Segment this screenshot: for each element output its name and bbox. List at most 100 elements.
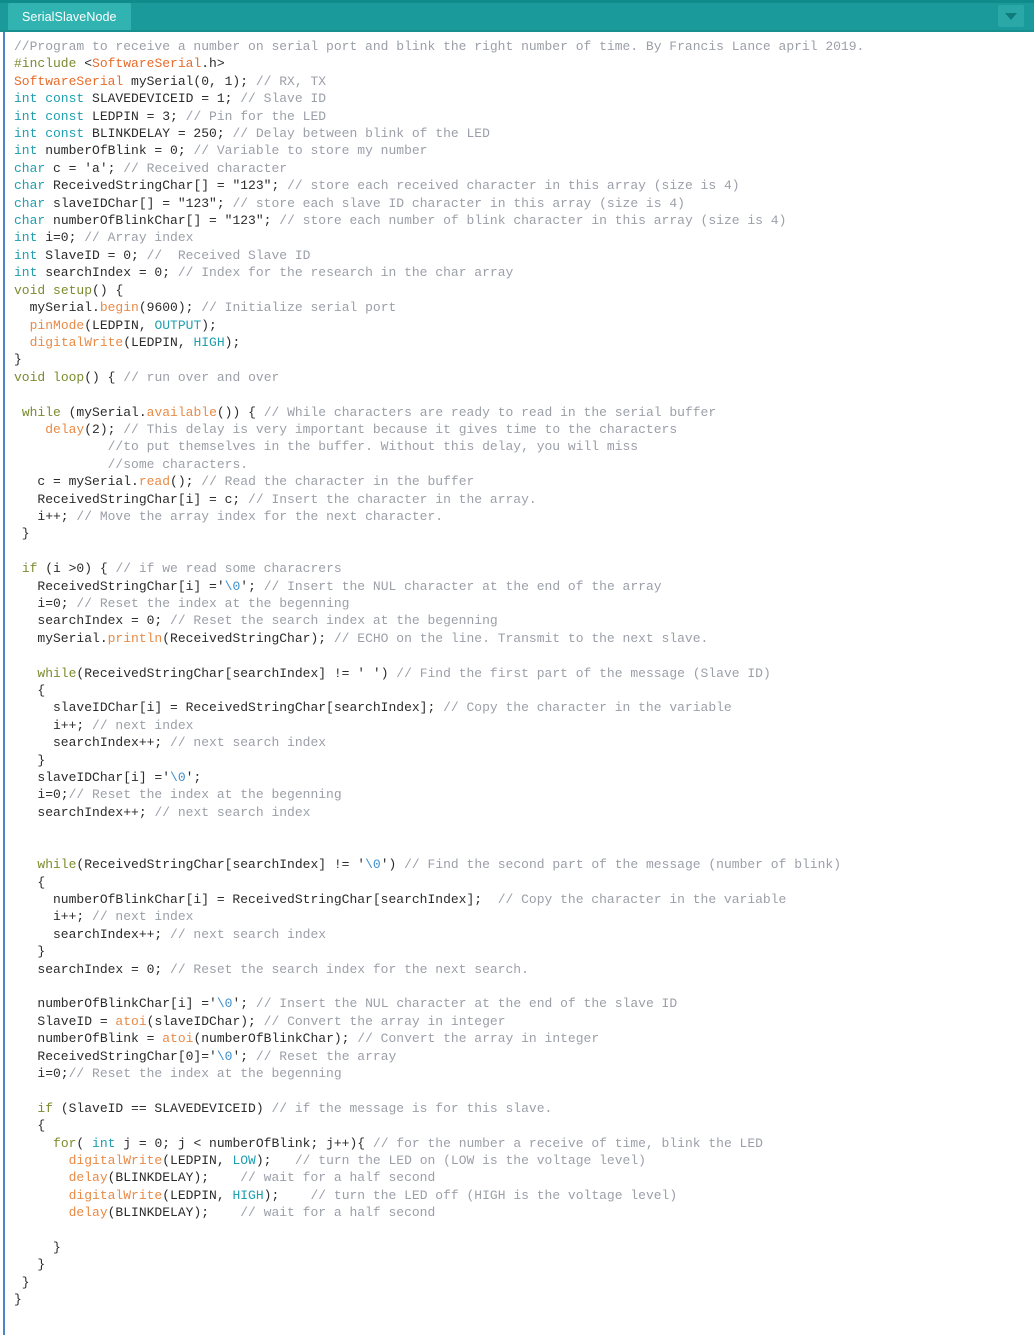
- code-token-esc: \0: [216, 996, 233, 1012]
- code-token-lit: HIGH: [193, 334, 225, 350]
- code-token-pl: }: [14, 1257, 46, 1273]
- code-token-kw: #include: [14, 56, 77, 72]
- code-token-pl: () {: [92, 282, 124, 298]
- code-token-pl: numberOfBlinkChar[i] =: [14, 996, 210, 1012]
- code-token-lit: OUTPUT: [154, 317, 202, 333]
- code-line: searchIndex++; // next search index: [14, 804, 1034, 821]
- code-line: int const BLINKDELAY = 250; // Delay bet…: [14, 125, 1034, 142]
- code-token-cm: // Convert the array in integer: [263, 1013, 506, 1029]
- code-token-cm: // Delay between blink of the LED: [232, 126, 490, 142]
- code-token-str: ': [240, 578, 249, 594]
- code-token-cm: // Initialize serial port: [201, 300, 397, 316]
- code-line: int const LEDPIN = 3; // Pin for the LED: [14, 108, 1034, 125]
- code-token-ty: char: [14, 178, 46, 194]
- code-token-pl: (LEDPIN,: [162, 1187, 233, 1203]
- code-token-pl: searchIndex++;: [14, 735, 171, 751]
- code-line: c = mySerial.read(); // Read the charact…: [14, 473, 1034, 490]
- code-token-pl: ;: [240, 996, 256, 1012]
- code-token-pl: (numberOfBlinkChar);: [193, 1031, 358, 1047]
- code-line: }: [14, 752, 1034, 769]
- code-token-cm: // next search index: [170, 735, 327, 751]
- code-token-cm: // store each slave ID character in this…: [232, 195, 685, 211]
- code-token-pl: i++;: [14, 717, 93, 733]
- code-token-cm: //some characters.: [107, 456, 249, 472]
- code-token-ty: int: [14, 230, 38, 246]
- code-token-fn: digitalWrite: [68, 1187, 163, 1203]
- code-line: pinMode(LEDPIN, OUTPUT);: [14, 317, 1034, 334]
- code-token-pl: (ReceivedStringChar[searchIndex] !=: [76, 665, 358, 681]
- code-line: searchIndex = 0; // Reset the search ind…: [14, 961, 1034, 978]
- code-token-cm: // Reset the search index at the begenni…: [170, 613, 498, 629]
- code-token-pl: ;: [240, 1048, 256, 1064]
- code-token-fn: atoi: [162, 1031, 194, 1047]
- code-token-ty: int const: [14, 91, 85, 107]
- code-token-pl: ReceivedStringChar[i] =: [14, 578, 217, 594]
- code-token-pl: .h>: [201, 56, 225, 72]
- code-token-cm: // run over and over: [123, 369, 280, 385]
- code-token-cm: // next index: [92, 909, 194, 925]
- code-token-cm: // for the number a receive of time, bli…: [372, 1135, 763, 1151]
- code-token-cm: // Insert the character in the array.: [248, 491, 537, 507]
- source-code-text[interactable]: //Program to receive a number on serial …: [0, 32, 1034, 1309]
- code-line: void setup() {: [14, 282, 1034, 299]
- code-token-pl: i++;: [14, 909, 93, 925]
- code-line: int const SLAVEDEVICEID = 1; // Slave ID: [14, 90, 1034, 107]
- arduino-ide-editor-window: SerialSlaveNode //Program to receive a n…: [0, 0, 1034, 1335]
- code-token-ty: int: [14, 143, 38, 159]
- code-token-fn: delay: [45, 421, 85, 437]
- code-line: int SlaveID = 0; // Received Slave ID: [14, 247, 1034, 264]
- code-line: ReceivedStringChar[0]='\0'; // Reset the…: [14, 1048, 1034, 1065]
- code-token-pl: (9600);: [138, 300, 202, 316]
- code-line: digitalWrite(LEDPIN, HIGH); // turn the …: [14, 1187, 1034, 1204]
- code-token-pl: mySerial.: [14, 300, 100, 316]
- code-token-pl: numberOfBlink =: [14, 1031, 163, 1047]
- code-line: slaveIDChar[i] = ReceivedStringChar[sear…: [14, 699, 1034, 716]
- code-token-str: ': [162, 770, 171, 786]
- code-token-pl: i=0;: [14, 787, 69, 803]
- code-token-fn: digitalWrite: [29, 334, 124, 350]
- code-line: i++; // next index: [14, 908, 1034, 925]
- code-line: while(ReceivedStringChar[searchIndex] !=…: [14, 665, 1034, 682]
- code-token-pl: }: [14, 1292, 22, 1308]
- code-line: SlaveID = atoi(slaveIDChar); // Convert …: [14, 1013, 1034, 1030]
- code-token-pl: () {: [84, 369, 124, 385]
- code-token-pl: ;: [271, 178, 288, 194]
- code-token-pl: {: [14, 683, 46, 699]
- code-token-kw: loop: [53, 369, 85, 385]
- code-line: ReceivedStringChar[i] ='\0'; // Insert t…: [14, 578, 1034, 595]
- code-token-pl: );: [263, 1187, 311, 1203]
- code-token-cm: // if the message is for this slave.: [271, 1100, 553, 1116]
- code-token-cm: // store each number of blink character …: [279, 213, 787, 229]
- code-token-cm: // Variable to store my number: [193, 143, 428, 159]
- code-token-fn: read: [138, 474, 171, 490]
- editor-tab-bar: SerialSlaveNode: [0, 0, 1034, 32]
- code-line: char ReceivedStringChar[] = "123"; // st…: [14, 177, 1034, 194]
- code-token-str: "123": [224, 213, 264, 229]
- tab-menu-button[interactable]: [998, 5, 1024, 27]
- code-token-cm: // ECHO on the line. Transmit to the nex…: [333, 630, 709, 646]
- code-token-esc: \0: [365, 857, 381, 873]
- code-line: digitalWrite(LEDPIN, LOW); // turn the L…: [14, 1152, 1034, 1169]
- code-token-cm: // next search index: [170, 926, 327, 942]
- code-line: digitalWrite(LEDPIN, HIGH);: [14, 334, 1034, 351]
- sketch-tab-serialslavenode[interactable]: SerialSlaveNode: [8, 3, 131, 30]
- code-line: slaveIDChar[i] ='\0';: [14, 769, 1034, 786]
- code-token-pl: {: [14, 1118, 46, 1134]
- code-token-pl: ): [380, 665, 397, 681]
- code-token-pl: SlaveID =: [14, 1013, 116, 1029]
- code-line: {: [14, 1117, 1034, 1134]
- code-editor-area[interactable]: //Program to receive a number on serial …: [0, 32, 1034, 1335]
- code-token-pl: numberOfBlinkChar[] =: [45, 213, 225, 229]
